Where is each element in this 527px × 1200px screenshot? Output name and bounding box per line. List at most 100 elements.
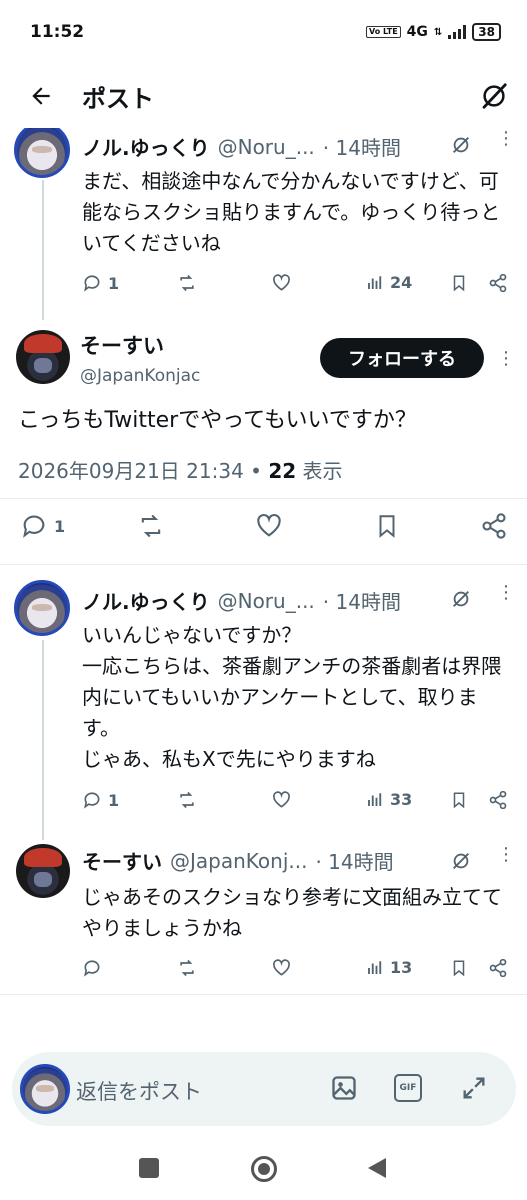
more-options-icon[interactable]: ⋮ [497,584,515,602]
views-button[interactable]: 24 [366,273,412,292]
bookmark-icon [453,792,465,809]
author-name[interactable]: ノル.ゆっくり [82,132,210,161]
post-actions: 13 [82,958,512,982]
bookmark-icon [453,275,465,292]
gif-label: GIF [399,1083,417,1093]
more-options-icon[interactable]: ⋮ [497,846,515,864]
reply-button[interactable]: 1 [82,790,119,810]
author-handle[interactable]: @JapanKonjac [80,366,200,386]
gif-icon[interactable]: GIF [394,1074,422,1102]
back-button[interactable] [366,1156,388,1184]
grok-icon[interactable] [450,850,472,876]
grok-icon[interactable] [479,81,509,111]
share-button[interactable] [488,273,508,293]
reply-input[interactable]: 返信をポスト [76,1076,202,1106]
post-meta: 2026年09月21日 21:34 • 22 表示 [18,455,343,484]
post-text: いいんじゃないですか？ 一応こちらは、茶番劇アンチの茶番劇者は界隈内にいてもいい… [82,623,502,771]
avatar[interactable] [16,844,70,898]
author-name[interactable]: そーすい [80,330,164,360]
repost-button[interactable] [176,958,198,978]
post-time[interactable]: · 14時間 [315,846,393,875]
view-count: 13 [390,958,413,977]
author-name[interactable]: ノル.ゆっくり [82,586,210,615]
reply-button[interactable]: 1 [20,512,65,540]
page-title: ポスト [82,84,154,113]
avatar[interactable] [14,128,70,178]
home-button[interactable] [251,1156,277,1182]
avatar [20,1064,70,1114]
back-arrow-icon[interactable] [28,83,54,109]
battery-level: 38 [478,25,495,39]
volte-icon: Vo LTE [365,26,401,38]
author-handle[interactable]: @JapanKonj... [170,849,307,873]
top-app-bar: ポスト [0,64,527,128]
views-count: 22 [268,459,297,483]
system-nav-bar [0,1138,527,1200]
view-count: 33 [390,790,413,809]
network-type: 4G [406,24,428,40]
status-indicators: Vo LTE 4G ⇅ 38 [365,23,501,41]
signal-icon [448,25,467,39]
reply-icon [84,792,100,809]
grok-icon[interactable] [450,134,472,160]
expand-icon[interactable] [460,1074,488,1102]
repost-button[interactable] [136,512,166,540]
share-button[interactable] [480,512,508,540]
like-button[interactable] [271,958,292,978]
author-handle[interactable]: @Noru_... [218,589,315,613]
like-button[interactable] [254,512,284,540]
reply-button[interactable]: 1 [82,273,119,293]
reply-count: 1 [108,790,120,810]
like-button[interactable] [271,790,292,810]
avatar[interactable] [14,580,70,636]
repost-icon [180,791,194,809]
post-actions: 1 33 [82,790,512,814]
bookmark-button[interactable] [374,512,400,540]
bookmark-icon [453,960,465,977]
share-icon [482,513,506,539]
post-timestamp[interactable]: 2026年09月21日 21:34 [18,459,244,483]
reply-icon [23,515,45,538]
share-button[interactable] [488,790,508,810]
views-icon [368,275,382,289]
thread-line [42,640,44,840]
bookmark-button[interactable] [450,790,468,810]
share-icon [489,790,507,810]
image-icon[interactable] [330,1074,358,1102]
reply-count: 1 [108,273,120,293]
bookmark-button[interactable] [450,273,468,293]
follow-button[interactable]: フォローする [320,338,484,378]
meta-dot: • [243,459,269,483]
views-icon [368,792,382,806]
recents-button[interactable] [139,1158,159,1178]
reply-count: 1 [54,516,66,536]
home-dot [258,1163,270,1175]
heart-icon [273,791,290,808]
more-options-icon[interactable]: ⋮ [497,350,515,368]
views-label: 表示 [296,459,343,483]
bookmark-button[interactable] [450,958,468,978]
like-button[interactable] [271,273,292,293]
post-actions: 1 24 [82,273,512,297]
view-count: 24 [390,273,413,292]
avatar[interactable] [16,330,70,384]
author-name[interactable]: そーすい [82,846,162,875]
share-button[interactable] [488,958,508,978]
post-time[interactable]: · 14時間 [323,586,401,615]
status-time: 11:52 [30,22,85,42]
post-thread: ノル.ゆっくり @Noru_... · 14時間 ⋮ まだ、相談途中なんで分かん… [0,128,527,1048]
reply-button[interactable] [82,958,108,978]
grok-icon[interactable] [450,588,472,614]
divider [0,498,527,499]
more-options-icon[interactable]: ⋮ [497,130,515,148]
post-time[interactable]: · 14時間 [323,132,401,161]
post-header: ノル.ゆっくり @Noru_... · 14時間 [82,132,401,161]
views-button[interactable]: 33 [366,790,412,809]
author-handle[interactable]: @Noru_... [218,135,315,159]
views-button[interactable]: 13 [366,958,412,977]
reply-composer[interactable]: 返信をポスト GIF [12,1052,516,1126]
divider [0,564,527,565]
repost-button[interactable] [176,790,198,810]
heart-icon [273,959,290,976]
repost-button[interactable] [176,273,198,293]
